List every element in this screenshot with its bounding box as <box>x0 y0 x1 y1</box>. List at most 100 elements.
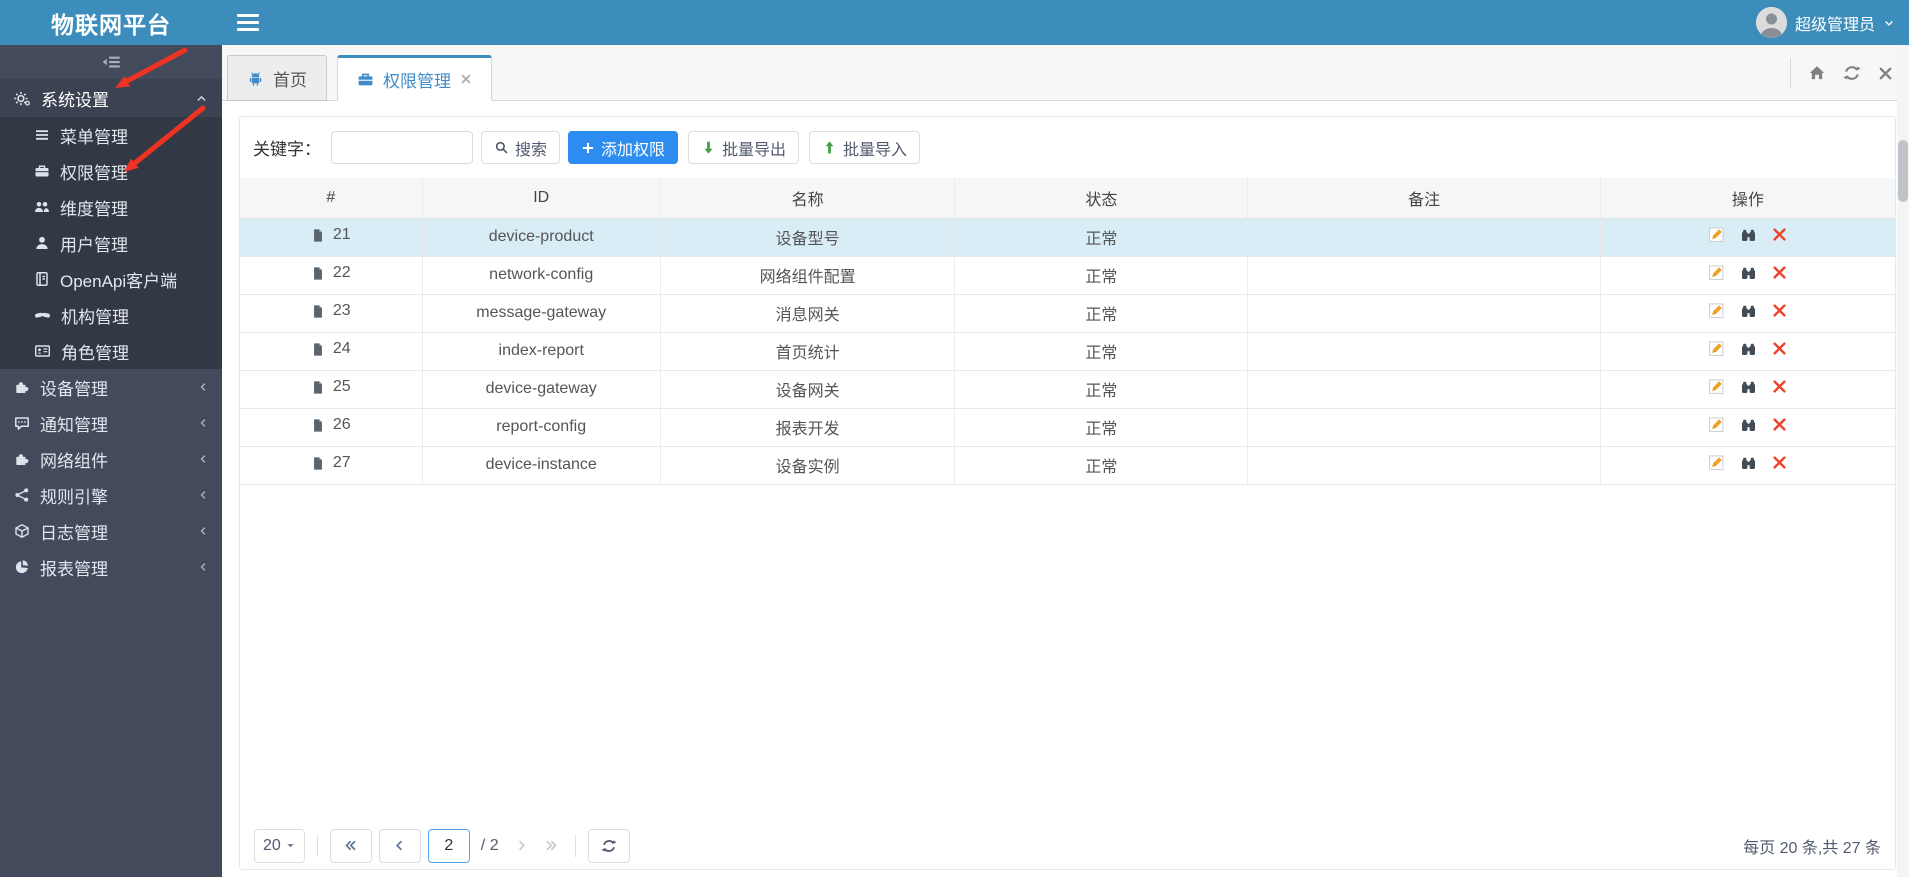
search-icon <box>494 140 509 155</box>
search-button[interactable]: 搜索 <box>481 131 561 164</box>
arrow-down-icon <box>701 140 716 155</box>
table-row[interactable]: 21 device-product 设备型号 正常 <box>240 218 1895 257</box>
close-icon[interactable] <box>1878 66 1893 81</box>
chevron-left-icon <box>197 417 209 429</box>
top-header-bar: 物联网平台 超级管理员 <box>0 0 1909 45</box>
edit-icon[interactable] <box>1708 264 1725 281</box>
chevron-left-icon <box>392 838 407 853</box>
refresh-icon[interactable] <box>1843 64 1861 82</box>
last-page-button[interactable] <box>540 838 563 853</box>
sidebar-group-report[interactable]: 报表管理 <box>0 549 222 585</box>
current-page-input[interactable] <box>427 828 470 863</box>
keyword-input[interactable] <box>331 131 473 164</box>
batch-import-label: 批量导入 <box>843 141 908 159</box>
cube-icon <box>14 523 30 539</box>
sidebar-group-notification[interactable]: 通知管理 <box>0 405 222 441</box>
edit-icon[interactable] <box>1708 378 1725 395</box>
tab-close-icon[interactable] <box>460 73 472 85</box>
first-page-button[interactable] <box>329 828 372 863</box>
sidebar-collapse-button[interactable] <box>237 12 259 32</box>
tab-permission[interactable]: 权限管理 <box>337 55 492 101</box>
table-row[interactable]: 26 report-config 报表开发 正常 <box>240 408 1895 447</box>
edit-icon[interactable] <box>1708 226 1725 243</box>
delete-icon[interactable] <box>1772 379 1787 394</box>
sidebar-item-openapi-client[interactable]: OpenApi客户端 <box>0 261 222 297</box>
sidebar-item-dimension[interactable]: 维度管理 <box>0 189 222 225</box>
edit-icon[interactable] <box>1708 302 1725 319</box>
cell-name: 设备网关 <box>659 370 955 409</box>
table-row[interactable]: 23 message-gateway 消息网关 正常 <box>240 294 1895 333</box>
cell-name: 报表开发 <box>659 408 955 447</box>
table-row[interactable]: 24 index-report 首页统计 正常 <box>240 332 1895 371</box>
home-icon[interactable] <box>1808 64 1826 82</box>
delete-icon[interactable] <box>1772 303 1787 318</box>
sidebar-group-log[interactable]: 日志管理 <box>0 513 222 549</box>
sidebar-group-device[interactable]: 设备管理 <box>0 369 222 405</box>
file-icon <box>311 342 325 357</box>
cell-actions <box>1599 370 1895 409</box>
sidebar-group-system-settings[interactable]: 系统设置 <box>0 79 222 117</box>
cell-actions <box>1599 408 1895 447</box>
edit-icon[interactable] <box>1708 340 1725 357</box>
delete-icon[interactable] <box>1772 265 1787 280</box>
sidebar-item-user[interactable]: 用户管理 <box>0 225 222 261</box>
add-permission-button[interactable]: 添加权限 <box>568 131 679 164</box>
delete-icon[interactable] <box>1772 417 1787 432</box>
table-row[interactable]: 27 device-instance 设备实例 正常 <box>240 446 1895 485</box>
cell-name: 设备型号 <box>659 218 955 257</box>
sidebar: 系统设置 菜单管理 权限管理 维度管理 用户管理 OpenApi客户端 机构管理… <box>0 45 222 877</box>
vertical-scrollbar[interactable] <box>1897 45 1909 877</box>
cell-actions <box>1599 256 1895 295</box>
sidebar-outdent-toggle[interactable] <box>0 45 222 79</box>
batch-export-button[interactable]: 批量导出 <box>688 131 800 164</box>
binoculars-icon[interactable] <box>1740 227 1757 243</box>
cell-name: 消息网关 <box>659 294 955 333</box>
delete-icon[interactable] <box>1772 227 1787 242</box>
add-permission-label: 添加权限 <box>601 141 666 159</box>
col-header-name: 名称 <box>659 178 955 219</box>
next-page-button[interactable] <box>510 838 533 853</box>
chevron-left-icon <box>197 381 209 393</box>
sidebar-item-permission[interactable]: 权限管理 <box>0 153 222 189</box>
file-icon <box>311 304 325 319</box>
gears-icon <box>14 90 31 107</box>
puzzle-icon <box>14 451 30 467</box>
cell-status: 正常 <box>954 446 1248 485</box>
sidebar-item-role[interactable]: 角色管理 <box>0 333 222 369</box>
comment-icon <box>14 415 30 431</box>
cell-index: 24 <box>240 332 423 371</box>
tab-label: 首页 <box>273 70 307 90</box>
scrollbar-thumb[interactable] <box>1898 140 1908 202</box>
user-menu[interactable]: 超级管理员 <box>1755 0 1895 45</box>
users-icon <box>34 199 50 215</box>
refresh-table-button[interactable] <box>587 828 630 863</box>
binoculars-icon[interactable] <box>1740 265 1757 281</box>
binoculars-icon[interactable] <box>1740 379 1757 395</box>
edit-icon[interactable] <box>1708 454 1725 471</box>
binoculars-icon[interactable] <box>1740 417 1757 433</box>
cell-status: 正常 <box>954 332 1248 371</box>
page-size-select[interactable]: 20 <box>254 828 305 863</box>
tab-home[interactable]: 首页 <box>227 55 327 101</box>
cell-id: message-gateway <box>421 294 661 333</box>
prev-page-button[interactable] <box>378 828 421 863</box>
delete-icon[interactable] <box>1772 455 1787 470</box>
binoculars-icon[interactable] <box>1740 303 1757 319</box>
table-row[interactable]: 22 network-config 网络组件配置 正常 <box>240 256 1895 295</box>
permissions-table: # ID 名称 状态 备注 操作 21 device-product 设备型号 正常 2… <box>240 178 1895 485</box>
keyword-label: 关键字： <box>253 140 321 159</box>
sidebar-group-label: 网络组件 <box>40 451 108 471</box>
edit-icon[interactable] <box>1708 416 1725 433</box>
batch-import-button[interactable]: 批量导入 <box>809 131 921 164</box>
table-row[interactable]: 25 device-gateway 设备网关 正常 <box>240 370 1895 409</box>
sidebar-item-menu[interactable]: 菜单管理 <box>0 117 222 153</box>
delete-icon[interactable] <box>1772 341 1787 356</box>
sidebar-item-organization[interactable]: 机构管理 <box>0 297 222 333</box>
cell-remark <box>1247 218 1601 257</box>
cell-status: 正常 <box>954 256 1248 295</box>
binoculars-icon[interactable] <box>1740 341 1757 357</box>
binoculars-icon[interactable] <box>1740 455 1757 471</box>
sidebar-group-network[interactable]: 网络组件 <box>0 441 222 477</box>
sidebar-group-rule-engine[interactable]: 规则引擎 <box>0 477 222 513</box>
cell-status: 正常 <box>954 408 1248 447</box>
